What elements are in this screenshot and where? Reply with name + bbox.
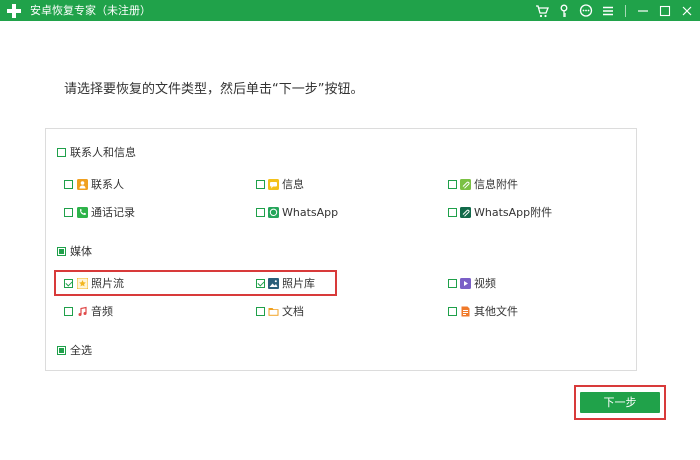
other-files-icon: [460, 306, 471, 317]
media-group-checkbox[interactable]: [57, 247, 66, 256]
app-title: 安卓恢复专家（未注册）: [30, 4, 151, 17]
whatsapp-checkbox[interactable]: [256, 208, 265, 217]
photo-stream-label: 照片流: [91, 277, 124, 290]
call-log-icon: [77, 207, 88, 218]
documents-label: 文档: [282, 305, 304, 318]
next-button-highlight: 下一步: [574, 385, 666, 420]
next-button[interactable]: 下一步: [580, 392, 660, 413]
key-icon[interactable]: [557, 4, 571, 18]
photo-library-label: 照片库: [282, 277, 315, 290]
call-log-label: 通话记录: [91, 206, 135, 219]
video-checkbox[interactable]: [448, 279, 457, 288]
contacts-checkbox[interactable]: [64, 180, 73, 189]
message-attachments-label: 信息附件: [474, 178, 518, 191]
audio-icon: [77, 306, 88, 317]
messages-icon: [268, 179, 279, 190]
whatsapp-attachments-label: WhatsApp附件: [474, 206, 553, 219]
messages-label: 信息: [282, 178, 304, 191]
title-bar: 安卓恢复专家（未注册）: [0, 0, 700, 21]
photo-library-checkbox[interactable]: [256, 279, 265, 288]
call-log-checkbox[interactable]: [64, 208, 73, 217]
contacts-group-checkbox[interactable]: [57, 148, 66, 157]
other-files-checkbox[interactable]: [448, 307, 457, 316]
menu-icon[interactable]: [601, 4, 615, 18]
maximize-icon[interactable]: [658, 4, 672, 18]
titlebar-divider: [625, 4, 626, 17]
whatsapp-icon: [268, 207, 279, 218]
photo-stream-checkbox[interactable]: [64, 279, 73, 288]
attachment-icon: [460, 179, 471, 190]
contacts-group-label: 联系人和信息: [70, 146, 136, 159]
document-icon: [268, 306, 279, 317]
photo-stream-icon: [77, 278, 88, 289]
documents-checkbox[interactable]: [256, 307, 265, 316]
instruction-text: 请选择要恢复的文件类型，然后单击“下一步”按钮。: [64, 82, 364, 97]
contacts-icon: [77, 179, 88, 190]
whatsapp-label: WhatsApp: [282, 206, 339, 219]
other-files-label: 其他文件: [474, 305, 518, 318]
media-group-label: 媒体: [70, 245, 92, 258]
video-label: 视频: [474, 277, 496, 290]
messages-checkbox[interactable]: [256, 180, 265, 189]
video-icon: [460, 278, 471, 289]
select-all-checkbox[interactable]: [57, 346, 66, 355]
photo-library-icon: [268, 278, 279, 289]
select-all-label: 全选: [70, 344, 92, 357]
audio-label: 音频: [91, 305, 113, 318]
app-logo-icon: [6, 3, 22, 19]
whatsapp-attachments-checkbox[interactable]: [448, 208, 457, 217]
file-type-panel: [45, 128, 637, 371]
whatsapp-attachment-icon: [460, 207, 471, 218]
close-icon[interactable]: [680, 4, 694, 18]
minimize-icon[interactable]: [636, 4, 650, 18]
cart-icon[interactable]: [535, 4, 549, 18]
contacts-label: 联系人: [91, 178, 124, 191]
message-attachments-checkbox[interactable]: [448, 180, 457, 189]
chat-icon[interactable]: [579, 3, 593, 18]
audio-checkbox[interactable]: [64, 307, 73, 316]
